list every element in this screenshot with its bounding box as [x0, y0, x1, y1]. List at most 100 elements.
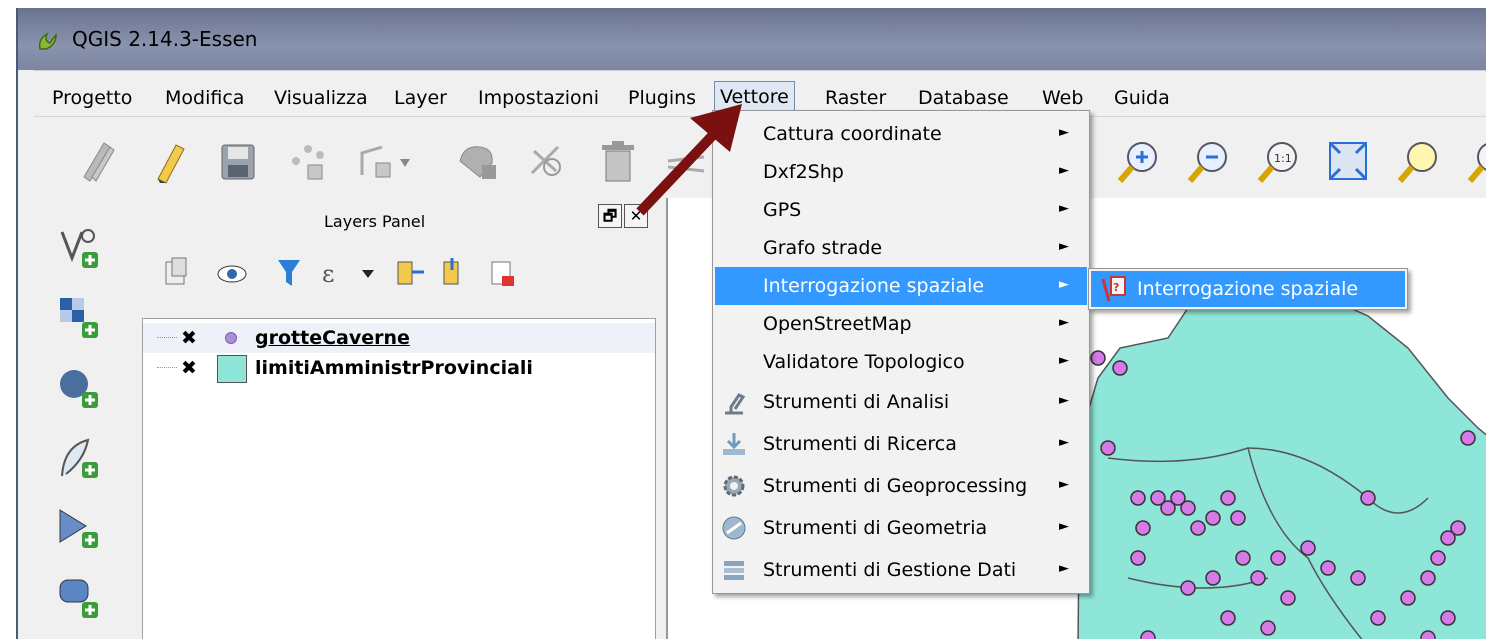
layer-visibility-checkbox[interactable]: ✖: [181, 329, 197, 348]
qgis-logo-icon: [38, 32, 57, 50]
cave-point: [1135, 520, 1151, 536]
cave-point: [1190, 520, 1206, 536]
cave-point: [1130, 550, 1146, 566]
menu-item-strumenti-gestione-dati[interactable]: Strumenti di Gestione Dati ►: [715, 551, 1087, 589]
menu-progetto[interactable]: Progetto: [52, 87, 132, 109]
submenu-arrow-icon: ►: [1059, 163, 1069, 178]
cave-point: [1100, 440, 1116, 456]
menu-item-label: Strumenti di Ricerca: [763, 433, 957, 455]
cave-point: [1250, 570, 1266, 586]
menu-visualizza[interactable]: Visualizza: [274, 87, 368, 109]
zoom-to-layer-icon[interactable]: [1464, 137, 1486, 185]
filter-legend-icon[interactable]: [278, 260, 300, 286]
add-raster-layer-icon[interactable]: [58, 296, 102, 340]
expand-all-icon[interactable]: [397, 261, 424, 285]
menu-item-label: Strumenti di Geometria: [763, 517, 988, 539]
layer-row-grotteCaverne[interactable]: ✖ grotteCaverne: [143, 323, 655, 353]
layer-visibility-checkbox[interactable]: ✖: [181, 359, 197, 378]
add-postgis-layer-icon[interactable]: [58, 366, 102, 410]
submenu-arrow-icon: ►: [1059, 201, 1069, 216]
cave-point: [1235, 550, 1251, 566]
layers-tree: ✖ grotteCaverne ✖ limitiAmministrProvinc…: [142, 318, 656, 639]
spatial-query-submenu: ? Interrogazione spaziale: [1088, 268, 1408, 310]
menu-layer[interactable]: Layer: [394, 87, 447, 109]
submenu-item-label: Interrogazione spaziale: [1137, 278, 1359, 300]
menu-item-cattura-coordinate[interactable]: Cattura coordinate ►: [715, 115, 1087, 153]
menu-web[interactable]: Web: [1042, 87, 1083, 109]
collapse-all-icon[interactable]: [443, 258, 459, 285]
layer-name[interactable]: grotteCaverne: [255, 327, 410, 349]
menu-item-gps[interactable]: GPS ►: [715, 191, 1087, 229]
cave-point: [1450, 520, 1466, 536]
menu-item-label: OpenStreetMap: [763, 313, 912, 335]
manage-layers-toolbar: [34, 198, 130, 639]
menu-plugins[interactable]: Plugins: [628, 87, 696, 109]
tree-branch: [157, 367, 177, 368]
cave-point: [1205, 510, 1221, 526]
menu-item-validatore-topologico[interactable]: Validatore Topologico ►: [715, 343, 1087, 381]
point-symbol-icon: [225, 332, 237, 344]
menu-guida[interactable]: Guida: [1114, 87, 1170, 109]
tree-branch: [157, 337, 177, 338]
layers-panel-toolbar: ε: [165, 257, 514, 288]
zoom-out-icon[interactable]: [1184, 137, 1232, 185]
layers-panel-title: Layers Panel: [324, 212, 426, 231]
move-feature-icon[interactable]: [354, 137, 414, 185]
cave-point: [1140, 630, 1156, 639]
add-spatialite-layer-icon[interactable]: [58, 436, 102, 480]
submenu-item-interrogazione-spaziale[interactable]: ? Interrogazione spaziale: [1091, 271, 1405, 307]
menu-item-strumenti-geoprocessing[interactable]: Strumenti di Geoprocessing ►: [715, 467, 1087, 505]
zoom-to-selection-icon[interactable]: [1394, 137, 1442, 185]
layer-name[interactable]: limitiAmministrProvinciali: [255, 357, 533, 379]
cut-features-icon[interactable]: [664, 137, 712, 185]
menu-item-strumenti-analisi[interactable]: Strumenti di Analisi ►: [715, 383, 1087, 421]
layers-panel: Layers Panel 🗗 ✕ ε ✖ grotteCaverne ✖ lim…: [132, 198, 658, 639]
add-group-icon[interactable]: [165, 257, 187, 285]
menu-impostazioni[interactable]: Impostazioni: [478, 87, 599, 109]
submenu-arrow-icon: ►: [1059, 315, 1069, 330]
node-tool-icon[interactable]: [454, 137, 502, 185]
manage-visibility-icon[interactable]: [217, 265, 247, 283]
cave-point: [1350, 570, 1366, 586]
add-mssql-layer-icon[interactable]: [58, 506, 102, 550]
window-title: QGIS 2.14.3-Essen: [72, 27, 258, 51]
add-db2-layer-icon[interactable]: [58, 576, 102, 620]
cave-point: [1090, 350, 1106, 366]
zoom-native-icon[interactable]: 1:1: [1254, 137, 1302, 185]
vector-menu: Cattura coordinate ► Dxf2Shp ► GPS ► Grafo …: [712, 110, 1090, 594]
layer-row-limitiAmministrProvinciali[interactable]: ✖ limitiAmministrProvinciali: [143, 353, 655, 383]
province-polygons: [1077, 287, 1486, 639]
close-panel-button[interactable]: ✕: [624, 204, 648, 228]
toggle-editing-icon[interactable]: [146, 137, 194, 185]
menu-database[interactable]: Database: [918, 87, 1009, 109]
menu-item-grafo-strade[interactable]: Grafo strade ►: [715, 229, 1087, 267]
remove-layer-icon[interactable]: [491, 261, 514, 286]
menu-raster[interactable]: Raster: [825, 87, 886, 109]
menu-item-dxf2shp[interactable]: Dxf2Shp ►: [715, 153, 1087, 191]
menu-item-openstreetmap[interactable]: OpenStreetMap ►: [715, 305, 1087, 343]
menu-vettore[interactable]: Vettore: [714, 81, 795, 113]
add-vector-layer-icon[interactable]: [58, 226, 102, 270]
zoom-full-icon[interactable]: [1324, 137, 1372, 185]
trash-icon[interactable]: [594, 137, 642, 185]
delete-selected-icon[interactable]: [522, 137, 570, 185]
add-feature-icon[interactable]: [284, 137, 332, 185]
menu-item-strumenti-geometria[interactable]: Strumenti di Geometria ►: [715, 509, 1087, 547]
menu-item-strumenti-ricerca[interactable]: Strumenti di Ricerca ►: [715, 425, 1087, 463]
menu-item-interrogazione-spaziale[interactable]: Interrogazione spaziale ►: [715, 267, 1087, 305]
svg-text:?: ?: [1113, 281, 1119, 294]
menu-modifica[interactable]: Modifica: [165, 87, 244, 109]
current-edits-icon[interactable]: [74, 137, 122, 185]
cave-point: [1420, 630, 1436, 639]
menu-item-label: Strumenti di Analisi: [763, 391, 950, 413]
cave-point: [1430, 550, 1446, 566]
float-panel-button[interactable]: 🗗: [598, 204, 622, 228]
cave-point: [1280, 590, 1296, 606]
save-layer-edits-icon[interactable]: [214, 137, 262, 185]
filter-expression-icon[interactable]: ε: [322, 260, 374, 288]
cave-point: [1320, 560, 1336, 576]
cave-point: [1112, 360, 1128, 376]
cave-point: [1360, 490, 1376, 506]
zoom-in-icon[interactable]: [1114, 137, 1162, 185]
cave-point: [1205, 570, 1221, 586]
